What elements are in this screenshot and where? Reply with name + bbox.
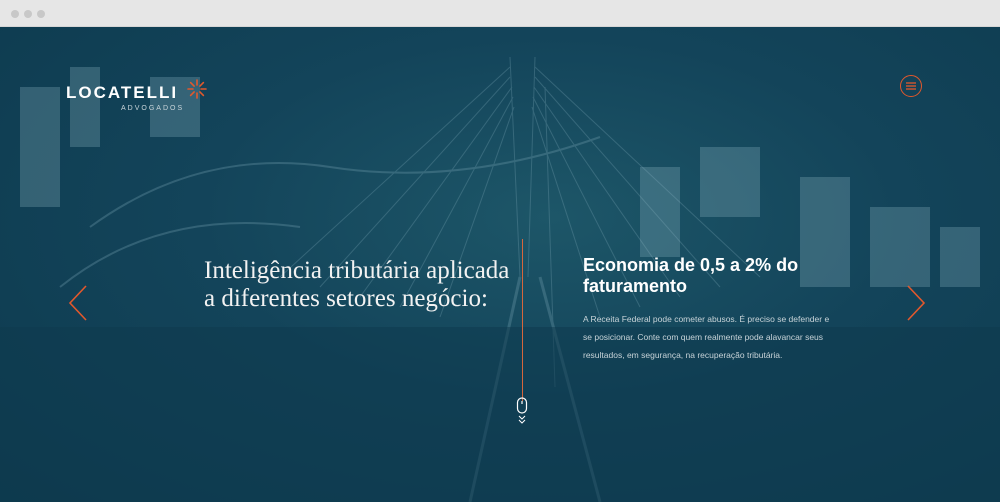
feature-title: Economia de 0,5 a 2% do faturamento <box>583 255 799 296</box>
mouse-scroll-icon[interactable] <box>516 397 528 425</box>
window-dot <box>11 10 19 18</box>
window-dot <box>37 10 45 18</box>
vertical-divider <box>522 239 523 401</box>
browser-chrome <box>0 0 1000 27</box>
brand-logo[interactable]: LOCATELLI ADVOGADOS <box>66 79 207 112</box>
brand-name: LOCATELLI <box>66 83 179 102</box>
feature-description: A Receita Federal pode cometer abusos. É… <box>583 314 830 360</box>
menu-button[interactable] <box>900 75 922 97</box>
hero-section: LOCATELLI ADVOGADOS Inteligência tributá… <box>0 27 1000 502</box>
chevron-right-icon[interactable] <box>906 285 926 321</box>
brand-subtitle: ADVOGADOS <box>121 105 185 112</box>
hero-headline: Inteligência tributária aplicada a difer… <box>204 257 510 312</box>
chevron-left-icon[interactable] <box>68 285 88 321</box>
hamburger-icon <box>906 82 916 90</box>
window-dot <box>24 10 32 18</box>
sunburst-icon <box>187 79 207 99</box>
